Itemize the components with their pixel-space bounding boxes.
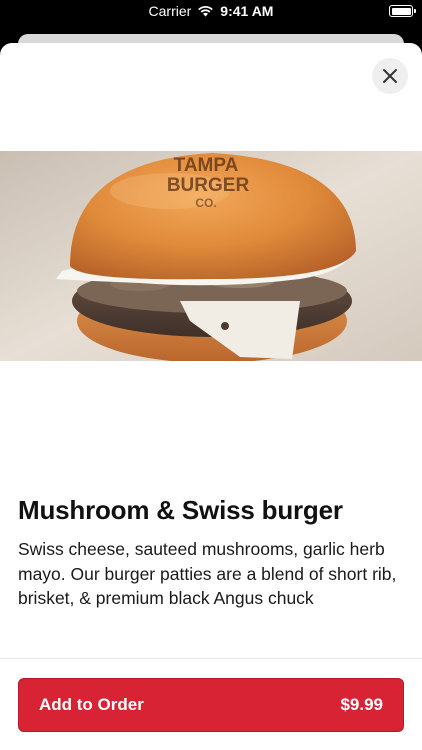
battery-tip — [414, 9, 416, 13]
add-to-order-button[interactable]: Add to Order $9.99 — [18, 678, 404, 732]
add-to-order-label: Add to Order — [39, 695, 144, 714]
status-center: Carrier 9:41 AM — [0, 3, 422, 19]
item-price: $9.99 — [340, 695, 383, 714]
battery-level — [391, 7, 411, 15]
battery-icon — [389, 5, 416, 17]
item-detail-sheet: TAMPA BURGER CO. Mushroom & Swiss burger… — [0, 43, 422, 750]
screen: Carrier 9:41 AM TAMPA BURGER CO. Mushroo… — [0, 0, 422, 750]
home-indicator-area — [0, 734, 422, 750]
close-button[interactable] — [372, 58, 408, 94]
bun-brand-line-3: CO. — [195, 196, 216, 210]
status-time: 9:41 AM — [220, 3, 274, 19]
wifi-icon — [198, 6, 214, 17]
burger-photo: TAMPA BURGER CO. — [0, 151, 422, 361]
footer-divider — [0, 658, 422, 659]
carrier-label: Carrier — [148, 3, 192, 19]
item-title: Mushroom & Swiss burger — [18, 495, 343, 525]
close-icon — [383, 69, 397, 83]
item-image: TAMPA BURGER CO. — [0, 151, 422, 361]
item-description: Swiss cheese, sauteed mushrooms, garlic … — [18, 539, 397, 608]
status-bar: Carrier 9:41 AM — [0, 0, 422, 24]
bun-brand-line-1: TAMPA — [174, 155, 239, 176]
bun-brand-line-2: BURGER — [167, 175, 250, 196]
